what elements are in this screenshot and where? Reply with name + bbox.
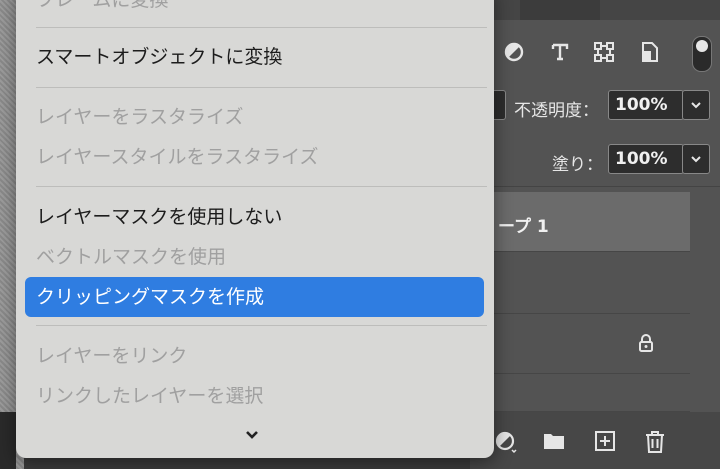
folder-icon[interactable] <box>542 430 566 456</box>
menu-item-enable-vector-mask[interactable]: ベクトルマスクを使用 <box>36 243 226 271</box>
context-menu: フレームに変換 スマートオブジェクトに変換 レイヤーをラスタライズ レイヤースタ… <box>16 0 494 458</box>
fill-row: 塗り： 100% <box>470 142 720 178</box>
menu-item-convert-to-smart-object[interactable]: スマートオブジェクトに変換 <box>36 43 282 71</box>
chevron-down-icon[interactable] <box>244 426 260 445</box>
opacity-row: 不透明度： 100% <box>470 88 720 124</box>
layer-row[interactable] <box>470 252 690 314</box>
menu-item-link-layers[interactable]: レイヤーをリンク <box>36 342 187 370</box>
fill-input[interactable]: 100% <box>608 144 684 174</box>
chevron-down-icon <box>691 102 701 109</box>
shape-filter-icon[interactable] <box>592 40 616 64</box>
chevron-down-icon <box>691 156 701 163</box>
smart-object-filter-icon[interactable] <box>638 40 662 64</box>
layers-panel: 不透明度： 100% 塗り： 100% ープ 1 <box>470 0 720 469</box>
type-filter-icon[interactable] <box>548 40 572 64</box>
layer-filter-row <box>470 28 720 78</box>
opacity-input[interactable]: 100% <box>608 90 684 120</box>
layers-panel-toolbar <box>470 412 720 469</box>
opacity-dropdown-button[interactable] <box>682 90 710 120</box>
trash-icon[interactable] <box>644 430 666 458</box>
new-layer-icon[interactable] <box>594 430 616 456</box>
menu-item-rasterize-layer-style[interactable]: レイヤースタイルをラスタライズ <box>36 143 319 171</box>
layer-name: ープ 1 <box>498 217 549 237</box>
menu-separator <box>36 325 487 326</box>
fill-dropdown-button[interactable] <box>682 144 710 174</box>
layer-row-selected[interactable]: ープ 1 <box>470 192 690 252</box>
menu-item-rasterize-layer[interactable]: レイヤーをラスタライズ <box>36 103 243 131</box>
menu-item-convert-to-frame[interactable]: フレームに変換 <box>36 0 168 14</box>
menu-separator <box>36 27 487 28</box>
panel-tab-strip <box>470 0 720 20</box>
divider <box>470 186 720 187</box>
lock-icon <box>638 334 654 356</box>
fill-label: 塗り： <box>552 155 603 175</box>
panel-tab[interactable] <box>520 0 600 20</box>
adjustment-filter-icon[interactable] <box>502 40 526 64</box>
opacity-label: 不透明度： <box>514 101 599 121</box>
layer-row[interactable] <box>470 314 690 374</box>
menu-item-create-clipping-mask[interactable]: クリッピングマスクを作成 <box>25 277 484 317</box>
menu-separator <box>36 186 487 187</box>
layer-row[interactable] <box>470 374 690 412</box>
status-bar <box>0 412 16 469</box>
menu-item-select-linked-layers[interactable]: リンクしたレイヤーを選択 <box>36 382 263 410</box>
adjustment-layer-icon[interactable] <box>494 430 518 458</box>
menu-item-disable-layer-mask[interactable]: レイヤーマスクを使用しない <box>36 203 282 231</box>
filter-toggle[interactable] <box>692 36 712 72</box>
menu-separator <box>36 87 487 88</box>
